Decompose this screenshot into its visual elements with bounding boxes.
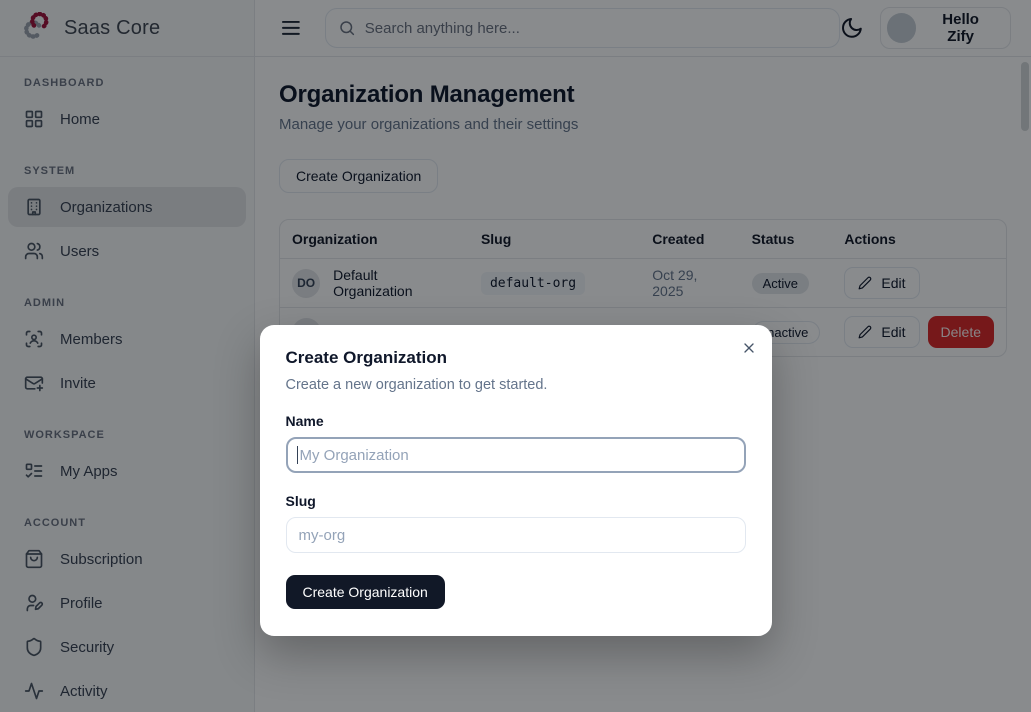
name-field[interactable]	[286, 437, 746, 473]
slug-field-label: Slug	[286, 493, 746, 509]
close-icon[interactable]	[741, 340, 757, 356]
submit-create-organization-button[interactable]: Create Organization	[286, 575, 445, 609]
text-caret	[297, 446, 299, 464]
create-organization-modal: Create Organization Create a new organiz…	[260, 325, 772, 636]
slug-field[interactable]	[286, 517, 746, 553]
name-field-label: Name	[286, 413, 746, 429]
modal-title: Create Organization	[286, 348, 746, 368]
modal-subtitle: Create a new organization to get started…	[286, 377, 746, 393]
